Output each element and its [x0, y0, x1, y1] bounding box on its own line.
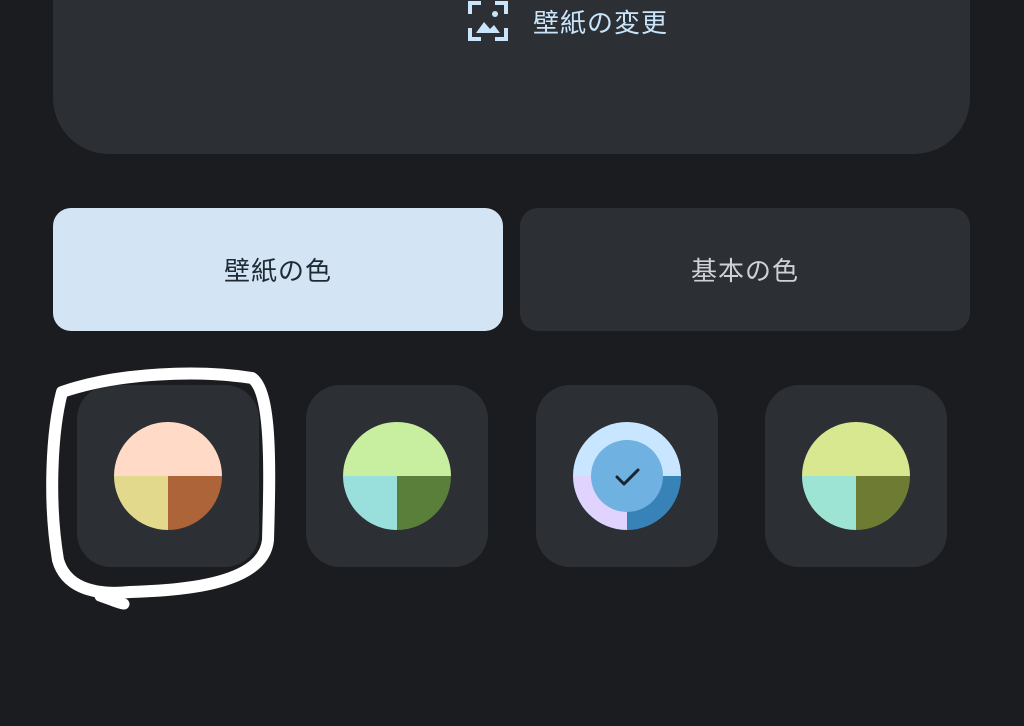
- tab-wallpaper-colors[interactable]: 壁紙の色: [53, 208, 503, 331]
- wallpaper-preview-card: 壁紙の変更: [53, 0, 970, 154]
- change-wallpaper-button[interactable]: 壁紙の変更: [467, 0, 668, 42]
- wallpaper-image-icon: [467, 0, 509, 42]
- swatch-4-circle: [802, 422, 910, 530]
- color-swatch-2[interactable]: [306, 385, 488, 567]
- swatch-1-circle: [114, 422, 222, 530]
- swatch-3-circle: [573, 422, 681, 530]
- change-wallpaper-label: 壁紙の変更: [533, 8, 669, 39]
- tab-basic-colors[interactable]: 基本の色: [520, 208, 970, 331]
- color-swatch-3-selected[interactable]: [536, 385, 718, 567]
- swatch-2-circle: [343, 422, 451, 530]
- color-wallpaper-screen: 壁紙の変更 壁紙の色 基本の色: [0, 0, 1024, 726]
- color-swatch-4[interactable]: [765, 385, 947, 567]
- color-swatch-1[interactable]: [77, 385, 259, 567]
